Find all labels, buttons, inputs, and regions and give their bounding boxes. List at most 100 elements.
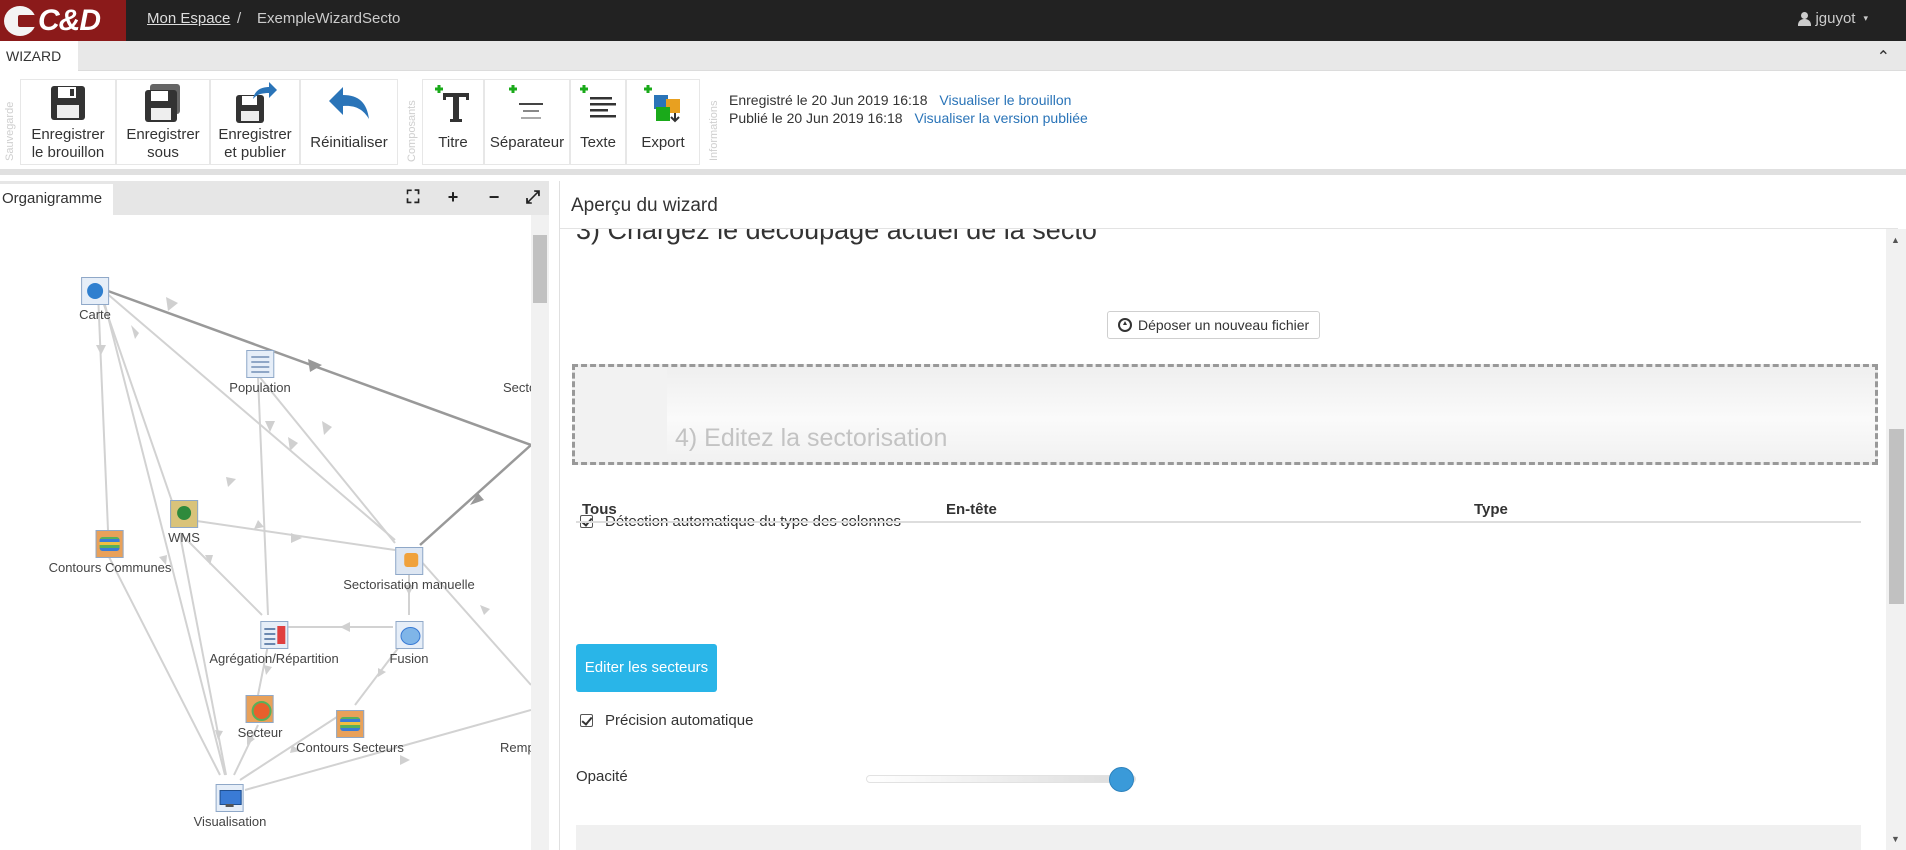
app-logo[interactable]: C&D	[0, 0, 126, 41]
edge-arrow-carte-secto	[308, 359, 322, 372]
view-draft-link[interactable]: Visualiser le brouillon	[939, 92, 1071, 108]
node-visualisation[interactable]: Visualisation	[193, 784, 267, 829]
user-menu[interactable]: jguyot ▾	[1798, 10, 1868, 27]
scroll-down-icon[interactable]: ▼	[1891, 834, 1900, 844]
add-title-label: Titre	[438, 134, 468, 151]
add-text-button[interactable]: Texte	[570, 79, 626, 165]
upload-file-button[interactable]: Déposer un nouveau fichier	[1107, 311, 1321, 339]
node-agregation-label: Agrégation/Répartition	[209, 651, 339, 666]
save-draft-button[interactable]: Enregistrer le brouillon	[20, 79, 116, 165]
user-icon	[1798, 11, 1812, 26]
column-header-type: Type	[1474, 501, 1508, 518]
node-contours-secteurs[interactable]: Contours Secteurs	[296, 710, 404, 755]
node-sectorisation-manuelle[interactable]: Sectorisation manuelle	[343, 547, 475, 592]
add-text-label: Texte	[580, 134, 616, 151]
edge-arrow-8	[226, 477, 236, 487]
tab-organigramme[interactable]: Organigramme	[0, 184, 113, 215]
edge-arrow-16	[264, 665, 272, 675]
auto-precision-checkbox-row[interactable]: Précision automatique	[580, 712, 753, 729]
column-header-en-tete: En-tête	[946, 501, 997, 518]
chevron-up-icon[interactable]: ⌃	[1877, 47, 1890, 67]
save-publish-button[interactable]: Enregistrer et publier	[210, 79, 300, 165]
node-agregation[interactable]: Agrégation/Répartition	[209, 621, 339, 666]
preview-panel: Aperçu du wizard 3) Chargez le découpage…	[559, 181, 1906, 850]
auto-precision-label: Précision automatique	[605, 712, 754, 729]
preview-content: 3) Chargez le découpage actuel de la sec…	[560, 229, 1886, 850]
node-secteur[interactable]: Secteur	[238, 695, 282, 740]
edit-sectors-button[interactable]: Editer les secteurs	[576, 644, 717, 692]
node-carte[interactable]: Carte	[79, 277, 111, 322]
add-export-button[interactable]: Export	[626, 79, 700, 165]
group-label-sauvegarde: Sauvegarde	[4, 101, 16, 161]
wms-globe-icon	[170, 500, 198, 528]
save-draft-label-1: Enregistrer	[31, 126, 105, 143]
auto-precision-checkbox[interactable]	[580, 714, 593, 727]
node-sectorisation-manuelle-label: Sectorisation manuelle	[343, 577, 475, 592]
reset-button[interactable]: Réinitialiser	[300, 79, 398, 165]
save-as-label-2: sous	[147, 144, 179, 161]
node-wms[interactable]: WMS	[168, 500, 200, 545]
edge-arrow-4	[322, 421, 332, 435]
edge-population-sectorisation	[257, 374, 396, 544]
save-publish-label-1: Enregistrer	[218, 126, 292, 143]
breadcrumb-separator: /	[237, 10, 242, 27]
save-share-icon	[211, 80, 299, 126]
node-remp[interactable]: Remp	[500, 740, 531, 755]
preview-scrollbar[interactable]: ▲ ▼	[1886, 229, 1906, 850]
sector-icon	[246, 695, 274, 723]
fullscreen-icon[interactable]: ⤢	[522, 187, 544, 209]
dropzone-side	[575, 367, 667, 462]
edge-arrow-2	[131, 325, 139, 339]
node-carte-label: Carte	[79, 307, 111, 322]
upload-file-label: Déposer un nouveau fichier	[1138, 317, 1310, 333]
add-title-button[interactable]: Titre	[422, 79, 484, 165]
caret-down-icon: ▾	[1863, 13, 1868, 23]
node-population[interactable]: Population	[229, 350, 291, 395]
aggregation-icon	[259, 621, 288, 649]
column-header-tous[interactable]: Tous	[582, 501, 617, 518]
edge-arrow-13	[480, 605, 490, 615]
breadcrumb-current: ExempleWizardSecto	[257, 10, 401, 27]
breadcrumb-home-link[interactable]: Mon Espace	[147, 10, 230, 27]
node-secto-label: Secto	[503, 380, 531, 395]
zoom-in-icon[interactable]: +	[442, 187, 464, 209]
tab-wizard[interactable]: WIZARD	[0, 41, 78, 71]
step4-dropzone[interactable]: 4) Editez la sectorisation	[572, 364, 1878, 465]
node-fusion[interactable]: Fusion	[389, 621, 429, 666]
zoom-out-icon[interactable]: −	[483, 187, 505, 209]
opacity-label: Opacité	[576, 768, 628, 785]
node-contours-communes[interactable]: Contours Communes	[49, 530, 171, 575]
scroll-up-icon[interactable]: ▲	[1891, 235, 1900, 245]
add-export-icon	[627, 80, 699, 126]
manual-sectorisation-icon	[395, 547, 423, 575]
orgchart-canvas[interactable]: Carte Population Secto WMS Contours Comm…	[0, 215, 531, 850]
save-as-label-1: Enregistrer	[126, 126, 200, 143]
fusion-icon	[395, 621, 423, 649]
globe-icon	[80, 277, 109, 305]
fit-screen-icon[interactable]: ⛶	[402, 187, 424, 209]
preview-scrollbar-thumb[interactable]	[1889, 429, 1904, 604]
save-publish-label-2: et publier	[224, 144, 286, 161]
add-separator-icon	[485, 80, 569, 126]
node-population-label: Population	[229, 380, 291, 395]
floppy-disk-icon	[21, 80, 115, 126]
saved-info-text: Enregistré le 20 Jun 2019 16:18	[729, 92, 928, 108]
add-separator-label: Séparateur	[489, 134, 565, 151]
edge-population-agregation	[257, 376, 269, 616]
node-visualisation-label: Visualisation	[193, 814, 267, 829]
add-export-label: Export	[641, 134, 685, 151]
save-as-button[interactable]: Enregistrer sous	[116, 79, 210, 165]
layers-icon	[95, 530, 124, 558]
opacity-slider-handle[interactable]	[1108, 767, 1134, 792]
table-grid-icon	[245, 350, 274, 378]
orgchart-scrollbar-thumb[interactable]	[533, 235, 547, 303]
ribbon-tab-bar: WIZARD ⌃	[0, 41, 1906, 71]
orgchart-scrollbar[interactable]	[531, 215, 549, 850]
view-published-link[interactable]: Visualiser la version publiée	[914, 110, 1087, 126]
columns-table-header: Tous En-tête Type	[576, 495, 1861, 523]
edge-arrow-3	[96, 345, 106, 355]
add-separator-button[interactable]: Séparateur	[484, 79, 570, 165]
edge-carte-contours-communes	[97, 292, 109, 531]
opacity-slider-track[interactable]	[866, 775, 1136, 783]
monitor-icon	[215, 784, 244, 812]
